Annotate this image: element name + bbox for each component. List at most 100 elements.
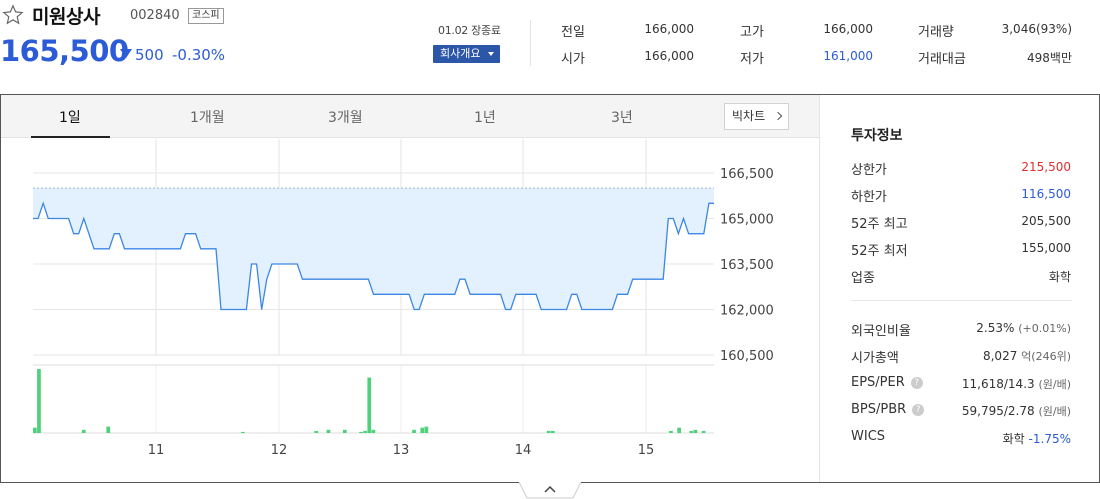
- volume-bar: [689, 430, 694, 433]
- industry-label: 업종: [851, 271, 875, 286]
- volume-bar: [420, 427, 425, 433]
- price-change: 500: [135, 46, 164, 64]
- price-chart[interactable]: 166,500 165,000 163,500 162,000 160,500 11 12 1…: [1, 139, 819, 482]
- volume-bar: [314, 430, 319, 433]
- volume-bar: [424, 426, 429, 433]
- chart-panel: 1일 1개월 3개월 1년 3년 빅차트 166,500 165,000 163,5…: [0, 94, 1100, 483]
- open-label: 시가: [561, 52, 585, 67]
- amount-label: 거래대금: [918, 52, 966, 67]
- price-change-percent: -0.30%: [172, 46, 226, 64]
- volume-bar: [359, 431, 363, 433]
- company-profile-label: 회사개요: [440, 47, 481, 60]
- eps-per-label-text: EPS/PER: [851, 375, 905, 390]
- industry-value: 화학: [1048, 270, 1071, 284]
- volume-bar: [412, 429, 416, 433]
- volume-bar: [693, 429, 698, 433]
- volume-bar: [81, 429, 86, 433]
- wics-value: 화학 -1.75%: [1003, 430, 1071, 447]
- prev-close-label: 전일: [561, 25, 585, 40]
- upper-limit-label: 상한가: [851, 163, 887, 178]
- market-badge: 코스피: [188, 8, 224, 24]
- bps-pbr-label: BPS/PBR?: [851, 402, 925, 417]
- bps-pbr-label-text: BPS/PBR: [851, 402, 907, 417]
- low-label: 저가: [740, 52, 764, 67]
- volume-bar: [669, 430, 673, 433]
- y-tick-label: 163,500: [720, 258, 774, 273]
- volume-bar: [677, 427, 681, 433]
- high-value: 166,000: [823, 22, 873, 36]
- tab-3month[interactable]: 3개월: [328, 107, 363, 127]
- market-cap-label: 시가총액: [851, 351, 899, 366]
- bps-pbr-unit: (원/배): [1038, 405, 1071, 418]
- foreign-ratio-label: 외국인비율: [851, 324, 911, 339]
- tab-1month[interactable]: 1개월: [190, 107, 225, 127]
- chevron-right-icon: [773, 111, 783, 121]
- active-tab-underline: [31, 136, 110, 138]
- tab-1day[interactable]: 1일: [59, 107, 81, 127]
- volume-bar: [342, 429, 347, 433]
- eps-per-label: EPS/PER?: [851, 375, 923, 390]
- company-profile-button[interactable]: 회사개요: [433, 45, 500, 63]
- 52week-low-value: 155,000: [1021, 241, 1071, 255]
- big-chart-label: 빅차트: [732, 109, 766, 123]
- eps-per-unit: (원/배): [1038, 378, 1071, 391]
- bps-pbr-value: 59,795/2.78 (원/배): [962, 403, 1071, 419]
- divider: [851, 300, 1072, 301]
- stock-name: 미원상사: [32, 6, 100, 28]
- current-price: 165,500: [0, 34, 129, 68]
- volume-bar: [367, 377, 372, 433]
- volume-bar: [106, 426, 111, 433]
- x-tick-label: 11: [148, 443, 165, 458]
- upper-limit-value: 215,500: [1021, 160, 1071, 174]
- x-tick-label: 14: [515, 443, 532, 458]
- volume-bar: [241, 431, 245, 433]
- favorite-star-icon[interactable]: [2, 4, 24, 26]
- volume-bar: [363, 430, 367, 433]
- wics-label: WICS: [851, 429, 886, 444]
- market-cap-unit: 억: [1021, 350, 1032, 363]
- volume-bar: [701, 430, 706, 433]
- volume-value: 3,046(93%): [1001, 22, 1072, 36]
- volume-bar: [37, 369, 41, 433]
- x-tick-label: 15: [638, 443, 655, 458]
- wics: 화학: [1002, 432, 1025, 446]
- tab-1year[interactable]: 1년: [474, 107, 496, 127]
- eps-per-value: 11,618/14.3 (원/배): [962, 376, 1071, 392]
- open-value: 166,000: [644, 49, 694, 63]
- prev-close-value: 166,000: [644, 22, 694, 36]
- market-close-time: 01.02 장종료: [438, 24, 501, 37]
- y-tick-label: 162,000: [720, 304, 774, 319]
- amount-value: 498백만: [1027, 51, 1072, 65]
- 52week-high-label: 52주 최고: [851, 217, 908, 232]
- eps-per: 11,618/14.3: [961, 377, 1035, 391]
- x-tick-label: 12: [271, 443, 288, 458]
- lower-limit-value: 116,500: [1021, 187, 1071, 201]
- big-chart-button[interactable]: 빅차트: [724, 103, 789, 130]
- foreign-ratio-change: (+0.01%): [1018, 322, 1071, 335]
- volume-bar: [371, 429, 376, 433]
- stock-code: 002840: [130, 8, 180, 23]
- foreign-ratio-value: 2.53% (+0.01%): [976, 321, 1071, 335]
- volume-bar: [550, 430, 555, 433]
- wics-change: -1.75%: [1028, 432, 1071, 446]
- low-value: 161,000: [823, 49, 873, 63]
- help-icon[interactable]: ?: [910, 377, 923, 389]
- volume-label: 거래량: [918, 25, 954, 40]
- investment-info-panel: 투자정보 상한가 215,500 하한가 116,500 52주 최고 205,…: [819, 95, 1100, 482]
- y-tick-label: 165,000: [720, 213, 774, 228]
- x-tick-label: 13: [393, 443, 410, 458]
- volume-bar: [546, 430, 551, 433]
- volume-bar: [33, 427, 37, 433]
- market-cap: 8,027: [982, 349, 1018, 363]
- foreign-ratio: 2.53%: [976, 321, 1015, 335]
- market-cap-rank: (246위): [1031, 350, 1071, 363]
- collapse-toggle[interactable]: [519, 482, 581, 499]
- market-cap-value: 8,027 억(246위): [983, 348, 1071, 364]
- y-tick-label: 166,500: [720, 167, 774, 182]
- y-tick-label: 160,500: [720, 349, 774, 364]
- tab-3year[interactable]: 3년: [611, 107, 633, 127]
- caret-down-icon: [488, 52, 494, 56]
- 52week-high-value: 205,500: [1021, 214, 1071, 228]
- high-label: 고가: [740, 25, 764, 40]
- help-icon[interactable]: ?: [912, 404, 925, 416]
